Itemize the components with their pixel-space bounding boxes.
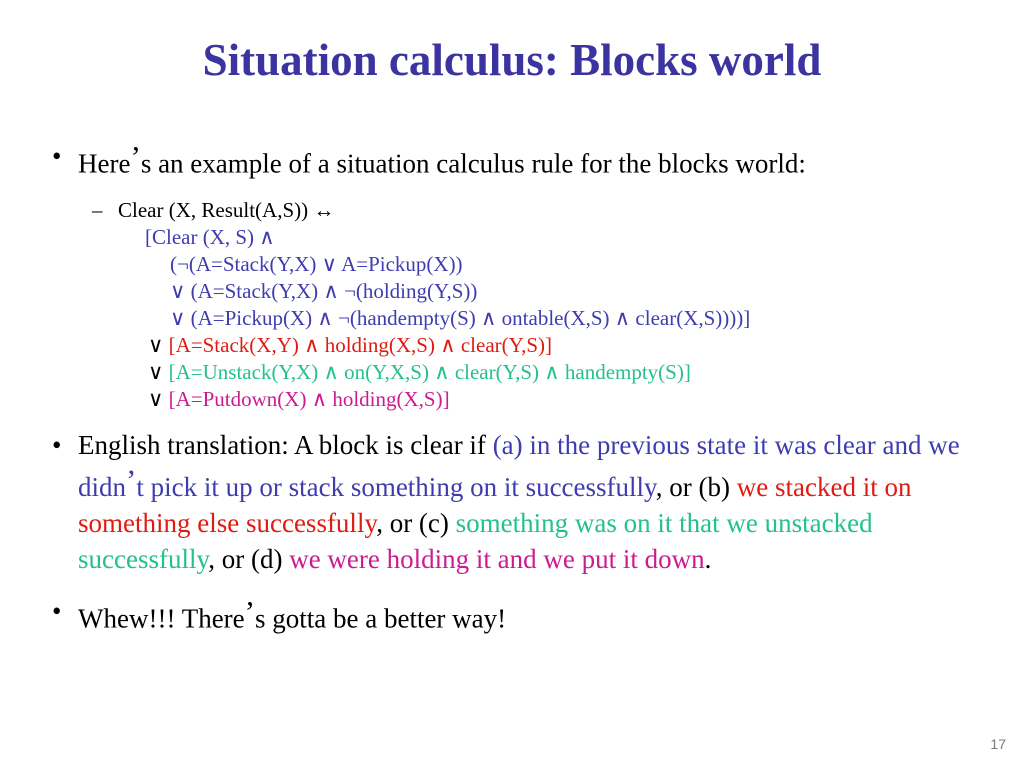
formula-line: ∨ [A=Putdown(X) ∧ holding(X,S)] [0, 386, 1024, 413]
formula-line: ∨ (A=Pickup(X) ∧ ¬(handempty(S) ∧ ontabl… [0, 305, 1024, 332]
bullet-item-whew: • Whew!!! There’s gotta be a better way! [0, 595, 1024, 636]
translation-segment: . [704, 544, 712, 575]
formula-line: [Clear (X, S) ∧ [0, 224, 1024, 251]
formula-line-text: ∨ (A=Stack(Y,X) ∧ ¬(holding(Y,S)) [170, 278, 478, 303]
bullet-item-english-translation: • English translation: A block is clear … [0, 427, 1024, 578]
formula-head-text: Clear (X, Result(A,S)) ↔ [118, 197, 335, 222]
translation-segment: English translation: A block is clear if [78, 429, 493, 460]
translation-segment: , or (c) [376, 508, 456, 539]
formula-disjunction-operator: ∨ [148, 359, 169, 384]
bullet-whew-text-part1: Whew!!! There [78, 603, 245, 634]
formula-line-text: [A=Putdown(X) ∧ holding(X,S)] [168, 386, 450, 411]
bullet-marker: • [52, 141, 62, 171]
formula-head-row: – Clear (X, Result(A,S)) ↔ [0, 197, 1024, 224]
apostrophe-glyph: ’ [244, 594, 255, 630]
bullet-marker: • [52, 429, 62, 460]
spacer-after-translation [0, 577, 1024, 595]
formula-line-text: [A=Stack(X,Y) ∧ holding(X,S) ∧ clear(Y,S… [168, 332, 552, 357]
translation-segment: , or (b) [655, 472, 737, 503]
formula-line-text: (¬(A=Stack(Y,X) ∨ A=Pickup(X)) [170, 251, 463, 276]
dash-marker: – [92, 197, 103, 222]
bullet-intro-text-part2: s an example of a situation calculus rul… [140, 148, 806, 179]
formula-line-text: ∨ (A=Pickup(X) ∧ ¬(handempty(S) ∧ ontabl… [170, 305, 751, 330]
slide-body: • Here’s an example of a situation calcu… [0, 140, 1024, 636]
english-translation-text: English translation: A block is clear if… [78, 430, 960, 575]
formula-line: ∨ [A=Unstack(Y,X) ∧ on(Y,X,S) ∧ clear(Y,… [0, 359, 1024, 386]
bullet-marker: • [52, 596, 62, 627]
formula-line: ∨ (A=Stack(Y,X) ∧ ¬(holding(Y,S)) [0, 278, 1024, 305]
apostrophe-glyph: ’ [126, 462, 137, 498]
page-title: Situation calculus: Blocks world [202, 35, 822, 85]
translation-segment: we were holding it and we put it down [289, 544, 705, 575]
translation-segment: , or (d) [208, 544, 290, 575]
translation-segment: t pick it up or stack something on it su… [136, 472, 656, 503]
spacer-after-intro [0, 181, 1024, 197]
formula-disjunction-operator: ∨ [148, 386, 169, 411]
formula-lines: [Clear (X, S) ∧ (¬(A=Stack(Y,X) ∨ A=Picku… [0, 224, 1024, 413]
formula-disjunction-operator: ∨ [148, 332, 169, 357]
formula-line: ∨ [A=Stack(X,Y) ∧ holding(X,S) ∧ clear(Y… [0, 332, 1024, 359]
bullet-intro-text-part1: Here [78, 148, 131, 179]
page-number: 17 [990, 736, 1006, 752]
formula-line: (¬(A=Stack(Y,X) ∨ A=Pickup(X)) [0, 251, 1024, 278]
formula-line-text: [A=Unstack(Y,X) ∧ on(Y,X,S) ∧ clear(Y,S)… [168, 359, 691, 384]
slide: Situation calculus: Blocks world • Here’… [0, 0, 1024, 768]
formula-line-text: [Clear (X, S) ∧ [145, 224, 275, 249]
apostrophe-glyph: ’ [130, 139, 141, 174]
bullet-whew-text-part2: s gotta be a better way! [255, 603, 507, 634]
spacer-after-formula [0, 413, 1024, 427]
bullet-item-intro: • Here’s an example of a situation calcu… [0, 140, 1024, 181]
